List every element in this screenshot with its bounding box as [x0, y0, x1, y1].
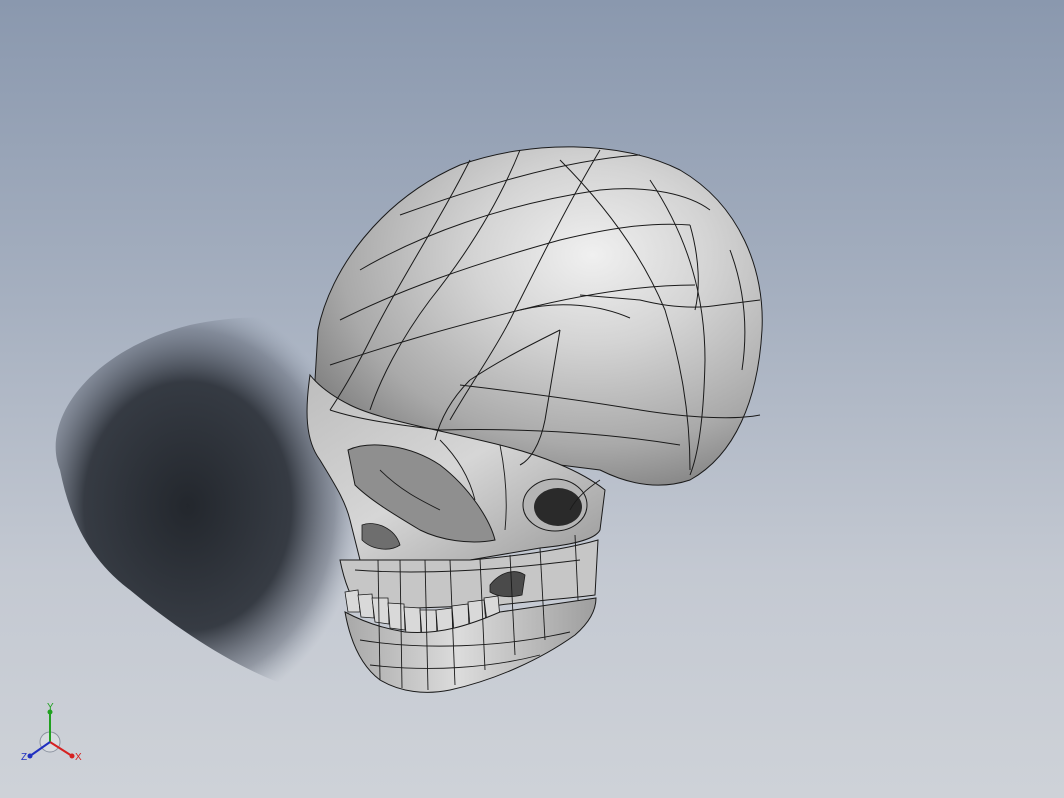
eye-socket-left-hole	[534, 488, 582, 526]
triad-x-label: X	[75, 752, 82, 763]
triad-y-label: Y	[47, 702, 54, 713]
model-scene[interactable]	[0, 0, 1064, 798]
graphics-viewport[interactable]: Y X Z	[0, 0, 1064, 798]
view-triad[interactable]: Y X Z	[14, 700, 94, 780]
triad-z-label: Z	[21, 752, 27, 763]
triad-x-dot	[69, 753, 75, 759]
triad-z-dot	[27, 753, 33, 759]
